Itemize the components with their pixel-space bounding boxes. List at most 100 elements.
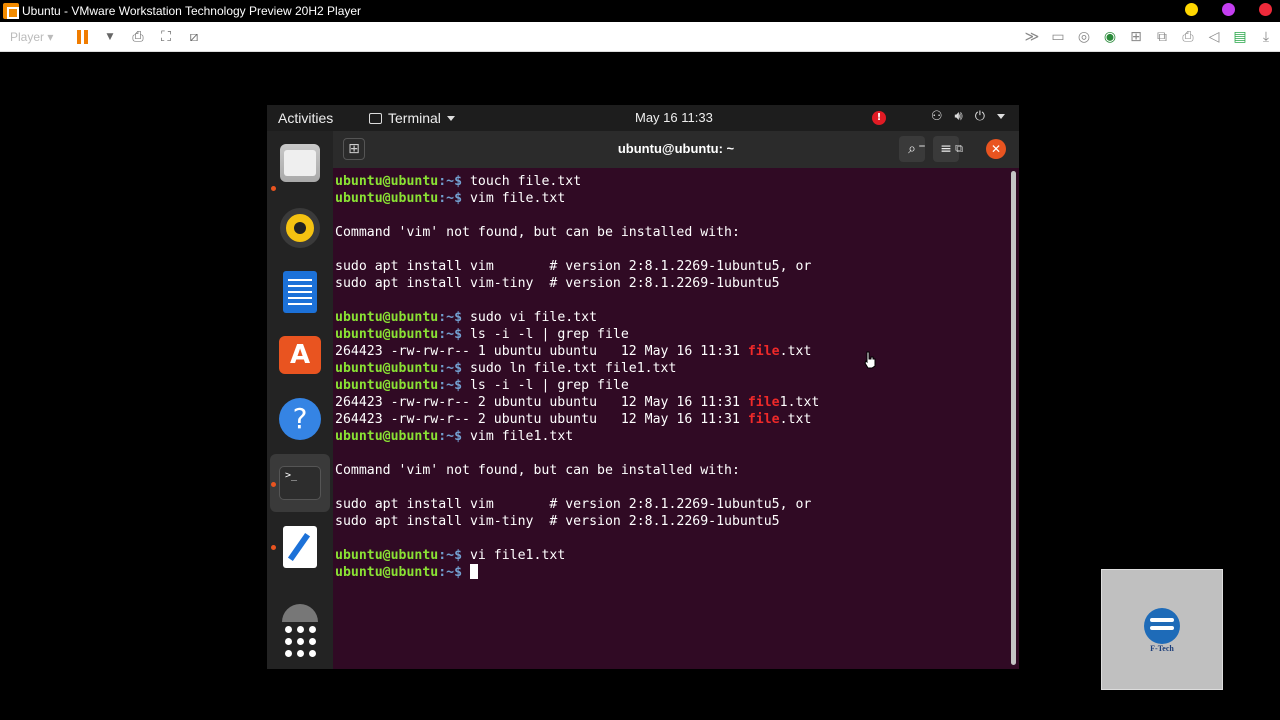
grep-match: file	[747, 395, 780, 410]
prompt-path: :~$	[438, 191, 470, 206]
chevron-down-icon	[446, 115, 455, 121]
prompt-user: ubuntu@ubuntu	[335, 565, 439, 580]
command-text: vi file1.txt	[469, 548, 566, 563]
terminal-line: ubuntu@ubuntu:~$ ls -i -l | grep file	[335, 377, 1005, 394]
terminal-line: 264423 -rw-rw-r-- 2 ubuntu ubuntu 12 May…	[335, 411, 1005, 428]
ftech-logo-icon	[1144, 608, 1180, 644]
app-menu-label: Terminal	[388, 110, 441, 126]
output-text: .txt	[779, 344, 812, 359]
player-menu[interactable]: Player ▾	[10, 30, 68, 44]
terminal-window[interactable]: ⊞ ubuntu@ubuntu: ~ ⌕ ≡ ✕ ubuntu@ubuntu:~…	[333, 131, 1019, 669]
scrollbar[interactable]	[1011, 171, 1016, 665]
terminal-output[interactable]: ubuntu@ubuntu:~$ touch file.txt ubuntu@ub…	[335, 173, 1005, 669]
grep-match: file	[747, 412, 780, 427]
terminal-line: 264423 -rw-rw-r-- 1 ubuntu ubuntu 12 May…	[335, 343, 1005, 360]
alert-icon[interactable]: !	[872, 111, 886, 125]
terminal-line: sudo apt install vim # version 2:8.1.226…	[335, 259, 812, 274]
terminal-line: ubuntu@ubuntu:~$ ls -i -l | grep file	[335, 326, 1005, 343]
command-text: sudo vi file.txt	[469, 310, 598, 325]
cd-icon[interactable]: ◎	[1074, 27, 1094, 47]
running-indicator	[271, 482, 276, 487]
terminal-line: Command 'vim' not found, but can be inst…	[335, 225, 740, 240]
minimize-icon[interactable]	[1185, 3, 1198, 16]
prompt-path: :~$	[438, 327, 470, 342]
terminal-line: ubuntu@ubuntu:~$	[335, 564, 1005, 581]
prompt-path: :~$	[438, 548, 470, 563]
app-menu[interactable]: Terminal	[369, 110, 455, 126]
prompt-user: ubuntu@ubuntu	[335, 191, 439, 206]
running-indicator	[271, 545, 276, 550]
dock-item-rhythmbox[interactable]	[278, 206, 322, 250]
terminal-line: ubuntu@ubuntu:~$ sudo vi file.txt	[335, 309, 1005, 326]
terminal-small-icon	[369, 112, 382, 124]
minimize-icon[interactable]: –	[913, 138, 931, 160]
show-apps-button[interactable]	[278, 619, 322, 663]
command-text: vim file.txt	[469, 191, 566, 206]
grep-match: file	[747, 344, 780, 359]
prompt-user: ubuntu@ubuntu	[335, 361, 439, 376]
hand-pointer-icon	[864, 351, 876, 369]
dock-item-terminal[interactable]: >_	[278, 461, 322, 505]
software-icon: A	[279, 336, 321, 374]
network-icon[interactable]: ◉	[1100, 27, 1120, 47]
fullscreen-icon[interactable]: ⛶	[156, 27, 176, 47]
vmware-toolbar: Player ▾ ▼ ⎙ ⛶ ⧄ ≫ ▭ ◎ ◉ ⊞ ⧉ ⎙ ◁ ▤ ⤓	[0, 22, 1280, 52]
terminal-line: ubuntu@ubuntu:~$ touch file.txt	[335, 173, 1005, 190]
output-text: 264423 -rw-rw-r-- 1 ubuntu ubuntu 12 May…	[335, 344, 748, 359]
terminal-line: sudo apt install vim # version 2:8.1.226…	[335, 497, 812, 512]
chevron-down-icon[interactable]	[997, 114, 1005, 119]
rhythmbox-icon	[280, 208, 320, 248]
dock-item-software[interactable]: A	[278, 333, 322, 377]
power-icon[interactable]: ⏻	[975, 109, 985, 124]
activities-button[interactable]: Activities	[278, 110, 333, 126]
expand-icon[interactable]: ≫	[1022, 27, 1042, 47]
system-tray[interactable]: ⚇ 🔊︎ ⏻	[931, 109, 1005, 124]
watermark: F-Tech	[1101, 569, 1223, 690]
accessibility-icon[interactable]: ⚇	[931, 109, 943, 124]
dock-item-disc[interactable]	[278, 579, 322, 623]
network-adapter-icon[interactable]: ⧉	[1152, 27, 1172, 47]
command-text: vim file1.txt	[469, 429, 574, 444]
sound-icon[interactable]: ◁	[1204, 27, 1224, 47]
dock-item-files[interactable]	[278, 141, 322, 185]
watermark-text: F-Tech	[1150, 644, 1174, 653]
terminal-line: ubuntu@ubuntu:~$ vim file1.txt	[335, 428, 1005, 445]
unity-icon[interactable]: ⧄	[184, 27, 204, 47]
download-icon[interactable]: ⤓	[1256, 27, 1276, 47]
terminal-line: ubuntu@ubuntu:~$ vi file1.txt	[335, 547, 1005, 564]
printer-icon[interactable]: ⎙	[1178, 27, 1198, 47]
close-icon[interactable]: ✕	[986, 139, 1006, 159]
close-icon[interactable]	[1259, 3, 1272, 16]
command-text: sudo ln file.txt file1.txt	[469, 361, 677, 376]
dock-item-help[interactable]: ?	[278, 397, 322, 441]
dock-item-writer[interactable]	[278, 270, 322, 314]
pause-icon[interactable]	[72, 27, 92, 47]
hard-disk-icon[interactable]: ▭	[1048, 27, 1068, 47]
maximize-icon[interactable]	[1222, 3, 1235, 16]
clock[interactable]: May 16 11:33	[635, 110, 713, 125]
send-ctrl-alt-del-icon[interactable]: ⎙	[128, 27, 148, 47]
prompt-user: ubuntu@ubuntu	[335, 548, 439, 563]
dock-item-text-editor[interactable]	[278, 525, 322, 569]
window-title: Ubuntu - VMware Workstation Technology P…	[22, 4, 362, 18]
output-text: 264423 -rw-rw-r-- 2 ubuntu ubuntu 12 May…	[335, 412, 748, 427]
terminal-line: Command 'vim' not found, but can be inst…	[335, 463, 740, 478]
prompt-user: ubuntu@ubuntu	[335, 327, 439, 342]
prompt-path: :~$	[438, 378, 470, 393]
prompt-path: :~$	[438, 310, 470, 325]
message-icon[interactable]: ▤	[1230, 27, 1250, 47]
terminal-line: sudo apt install vim-tiny # version 2:8.…	[335, 514, 780, 529]
restore-icon[interactable]: ⧉	[950, 138, 968, 160]
chevron-down-icon[interactable]: ▼	[100, 27, 120, 47]
terminal-icon: >_	[279, 466, 321, 500]
volume-icon[interactable]: 🔊︎	[955, 109, 963, 124]
output-text: 264423 -rw-rw-r-- 2 ubuntu ubuntu 12 May…	[335, 395, 748, 410]
cursor	[469, 564, 478, 579]
usb-icon[interactable]: ⊞	[1126, 27, 1146, 47]
vmware-title-bar: Ubuntu - VMware Workstation Technology P…	[0, 0, 1280, 22]
prompt-user: ubuntu@ubuntu	[335, 378, 439, 393]
show-apps-icon	[284, 625, 316, 657]
